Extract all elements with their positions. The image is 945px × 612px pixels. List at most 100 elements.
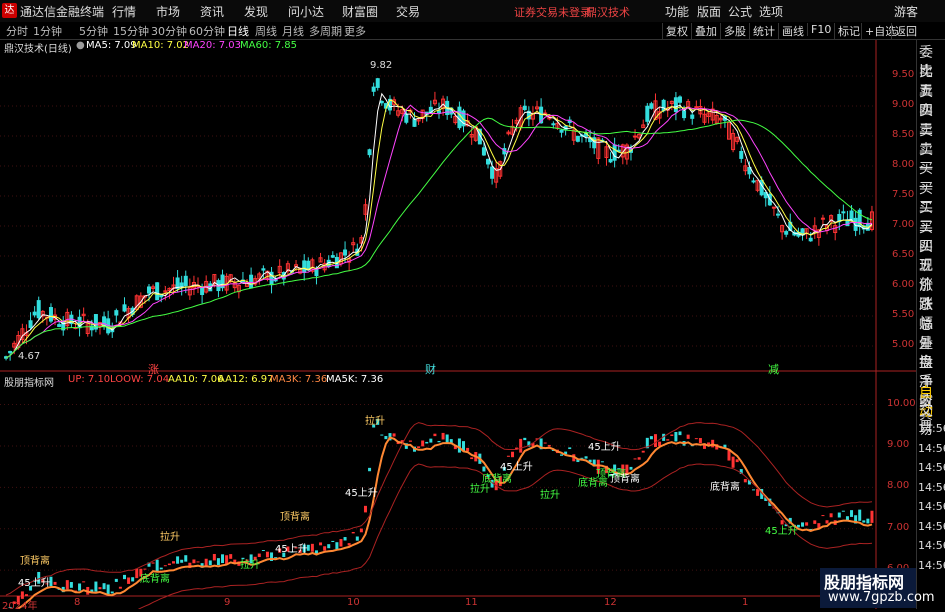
sub-candle [347,543,351,546]
price-tick: 9.00 [892,99,915,110]
sub-candle [94,581,98,592]
sub-candle [825,520,829,524]
candle-body [57,324,62,327]
candle-body [784,231,789,235]
sub-candle [355,536,359,541]
sub-candle [368,467,372,472]
sub-candle [53,581,57,585]
candle-body [183,275,188,287]
candle-body [559,129,564,133]
sub-candle [184,555,188,562]
sub-candle [837,512,841,518]
signal-label: 45上升 [765,526,798,537]
marker-zhang[interactable]: 涨 [148,361,159,377]
sub-candle [735,459,739,463]
sub-candle [216,558,220,566]
sub-candle [429,438,433,443]
candle-body [404,113,409,123]
trade-time: 14:56 [918,422,945,435]
signal-label: 45上升 [275,544,308,555]
date-tick: 8 [74,597,81,608]
sub-candle [841,510,845,512]
sub-candle [441,432,445,440]
ma10-line [5,99,873,359]
price-tick: 6.00 [892,279,915,290]
candle-body [771,206,776,209]
price-tick: 7.00 [892,219,915,230]
candle-body [808,237,813,242]
candle-body [612,144,617,161]
sub-candle [167,563,171,566]
sub-candle [359,528,363,533]
candle-body [776,213,781,216]
sub-candle [568,447,572,450]
candle-body [522,105,527,110]
sub-candle [384,436,388,440]
signal-label: 顶背离 [280,512,310,523]
candle-body [673,97,678,113]
candle-body [490,166,495,179]
sub-candle [310,543,314,552]
candle-body [122,304,127,312]
signal-label: 45上升 [18,578,51,589]
trade-time: 14:56 [918,500,945,513]
sub-candle [433,433,437,437]
candle-body [48,307,53,322]
marker-cai[interactable]: 财 [425,361,436,377]
sub-candle [813,520,817,524]
candle-body [155,282,160,301]
signal-label: 底背离 [140,574,170,585]
sub-tick: 8.00 [887,480,910,492]
marker-jian[interactable]: 减 [768,361,779,377]
price-tick: 5.00 [892,339,915,350]
sub-candle [731,456,735,468]
signal-label: 拉升 [365,416,385,427]
candle-body [375,78,380,88]
sub-candle [212,553,216,561]
date-tick: 11 [465,597,478,608]
sub-tick: 7.00 [887,521,910,533]
low-band-line [137,463,873,609]
candle-body [661,99,666,112]
price-tick: 5.50 [892,309,915,320]
sub-candle [65,580,69,590]
candle-body [343,249,348,256]
sub-candle [135,568,139,579]
candle-body [371,86,376,92]
sub-candle [114,578,118,582]
site-watermark: 股朋指标网 www.7gpzb.com [820,568,935,608]
sub-tick: 9.00 [887,438,910,450]
signal-label: 45上升 [588,442,621,453]
trade-time: 14:56 [918,461,945,474]
sub-candle [408,440,412,442]
candle-body [261,268,266,271]
sub-candle [821,515,825,517]
sub-candle [118,586,122,589]
sub-candle [392,433,396,437]
candle-body [677,96,682,103]
sub-candle [335,542,339,550]
candle-body [694,106,699,109]
price-tick: 9.50 [892,69,915,80]
candle-body [649,103,654,109]
sub-candle [323,546,327,551]
kline-chart[interactable] [0,0,916,609]
sub-candle [829,513,833,518]
high-price-label: 9.82 [370,60,393,71]
sub-candle [106,584,110,595]
sub-candle [870,510,874,523]
signal-label: 拉升 [540,490,560,501]
sub-candle [850,510,854,517]
candle-body [147,286,151,294]
candle-body [36,300,41,319]
candle-body [437,110,441,114]
date-tick: 2024年 [2,601,38,612]
sub-candle [327,544,331,549]
sub-candle [122,574,126,580]
sub-candle [506,455,510,457]
sub-candle [547,444,551,447]
sub-candle [674,431,678,442]
candle-body [249,274,254,289]
sub-candle [653,434,657,448]
sub-candle [131,577,135,582]
